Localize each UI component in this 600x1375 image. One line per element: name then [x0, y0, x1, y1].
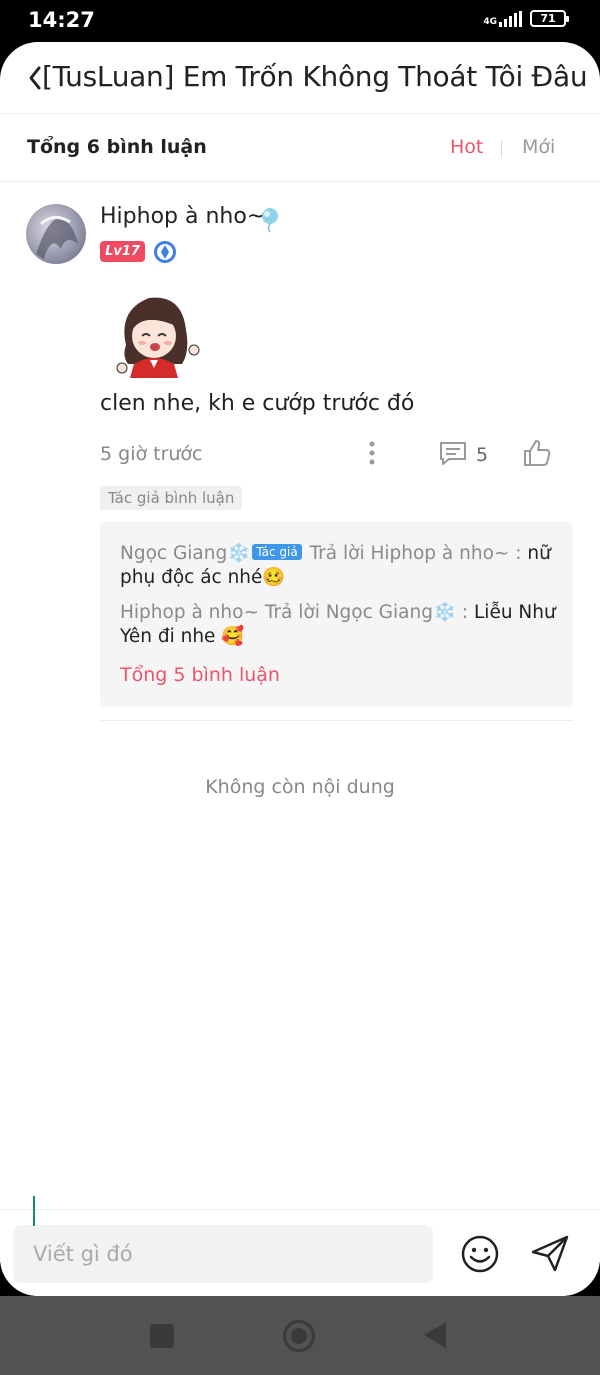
level-badge: Lv17 — [100, 241, 145, 262]
avatar[interactable] — [26, 204, 86, 264]
comment-text: clen nhe, kh e cướp trước đó — [100, 391, 415, 416]
network-label: 4G — [483, 16, 497, 27]
balloon-icon — [262, 208, 278, 233]
comment-input-bar — [0, 1209, 600, 1296]
comments-count: Tổng 6 bình luận — [27, 136, 207, 158]
comment-author[interactable]: Hiphop à nho~ — [100, 204, 265, 229]
back-icon[interactable] — [28, 64, 42, 92]
sort-new-tab[interactable]: Mới — [522, 136, 555, 158]
reply-separator: : — [456, 602, 474, 623]
text-caret — [33, 1196, 35, 1226]
comment-input[interactable] — [13, 1225, 433, 1283]
sort-divider — [501, 140, 502, 158]
reply-word: Trả lời — [303, 543, 371, 564]
comment-time: 5 giờ trước — [100, 443, 203, 465]
replies-total-link[interactable]: Tổng 5 bình luận — [120, 664, 280, 686]
like-icon[interactable] — [522, 438, 552, 468]
page-title: [TusLuan] Em Trốn Không Thoát Tôi Đâu — [42, 60, 588, 93]
reply-item[interactable]: Ngọc Giang❄️ Tác giả Trả lời Hiphop à nho… — [120, 542, 560, 590]
author-badge: Tác giả — [252, 544, 302, 560]
reply-to[interactable]: Ngọc Giang❄️ — [326, 602, 456, 623]
status-indicators: 4G 71 — [483, 10, 569, 27]
reply-item[interactable]: Hiphop à nho~ Trả lời Ngọc Giang❄️ : Liễ… — [120, 601, 560, 649]
comments-count-row: Tổng 6 bình luận Hot Mới — [0, 114, 600, 182]
status-bar: 14:27 4G 71 — [0, 0, 600, 42]
sticker-image — [116, 297, 200, 378]
end-of-content: Không còn nội dung — [205, 776, 395, 798]
send-icon[interactable] — [529, 1232, 571, 1274]
replies-box[interactable]: Ngọc Giang❄️ Tác giả Trả lời Hiphop à nho… — [100, 522, 573, 707]
reply-word: Trả lời — [258, 602, 326, 623]
reply-separator: : — [509, 543, 528, 564]
emoji-icon[interactable] — [460, 1234, 500, 1274]
reply-to[interactable]: Hiphop à nho~ — [370, 543, 509, 564]
recent-apps-icon[interactable] — [150, 1324, 174, 1348]
more-options-icon[interactable] — [366, 440, 378, 466]
status-time: 14:27 — [28, 8, 95, 32]
home-icon[interactable] — [283, 1320, 315, 1352]
comments-sheet: [TusLuan] Em Trốn Không Thoát Tôi Đâu Tổ… — [0, 42, 600, 1296]
sheet-header: [TusLuan] Em Trốn Không Thoát Tôi Đâu — [0, 42, 600, 114]
divider — [100, 720, 573, 721]
reply-count: 5 — [476, 444, 489, 466]
battery-icon: 71 — [530, 10, 569, 27]
system-nav-bar — [0, 1296, 600, 1375]
back-nav-icon[interactable] — [424, 1322, 446, 1348]
author-comment-tag: Tác giả bình luận — [100, 486, 243, 510]
reply-from[interactable]: Ngọc Giang❄️ — [120, 543, 250, 564]
sort-hot-tab[interactable]: Hot — [450, 136, 483, 158]
network-indicator: 4G — [483, 10, 522, 27]
vip-icon — [154, 241, 176, 263]
reply-from[interactable]: Hiphop à nho~ — [120, 602, 259, 623]
reply-icon[interactable] — [438, 440, 468, 466]
signal-icon — [499, 10, 522, 27]
